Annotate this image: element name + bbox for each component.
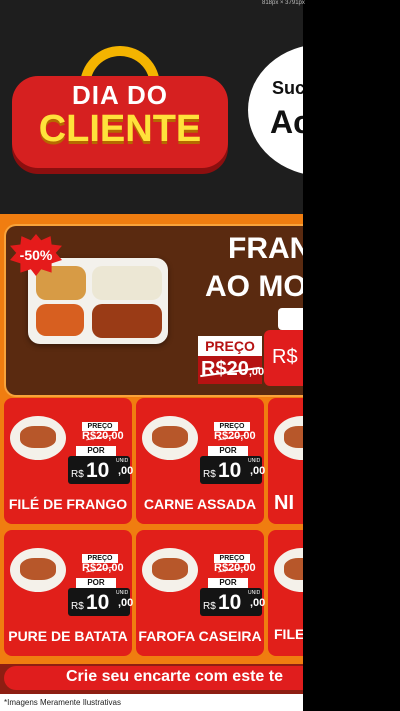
dish-image bbox=[274, 548, 303, 592]
card-por-label: POR bbox=[76, 446, 116, 456]
dish-image bbox=[274, 416, 303, 460]
card-product-name: FILÉ DE FRANGO bbox=[8, 496, 128, 512]
card-unit: UNID bbox=[116, 458, 129, 464]
footnote: *Imagens Meramente Ilustrativas bbox=[4, 698, 121, 707]
product-card[interactable]: PREÇO R$20,00 POR R$ 10 UNID ,00 FILÉ DE FRANGO bbox=[4, 398, 134, 524]
card-price-cents: ,00 bbox=[118, 465, 134, 477]
card-price-int: 10 bbox=[86, 591, 110, 614]
hero-title-line2: AO MO bbox=[205, 270, 303, 303]
card-product-name: PURE DE BATATA bbox=[8, 628, 128, 644]
card-price-box: R$ 10 UNID ,00 bbox=[200, 456, 266, 484]
bubble-text-line2: Ac bbox=[270, 104, 303, 140]
discount-badge: -50% bbox=[10, 234, 62, 276]
card-currency: R$ bbox=[203, 469, 216, 480]
card-price-cents: ,00 bbox=[250, 465, 266, 477]
flyer-canvas: DIA DO CLIENTE Suc Ac -50% FRAN AO MO PR… bbox=[0, 0, 303, 711]
card-price-box: R$ 10 UNID ,00 bbox=[68, 588, 134, 616]
card-price-int: 10 bbox=[86, 459, 110, 482]
dish-image bbox=[142, 548, 198, 592]
product-card[interactable]: FILE bbox=[268, 530, 303, 656]
hero-white-tag bbox=[278, 308, 303, 330]
card-currency: R$ bbox=[71, 601, 84, 612]
dish-food bbox=[284, 426, 303, 448]
product-card[interactable]: PREÇO R$20,00 POR R$ 10 UNID ,00 CARNE ASSADA bbox=[136, 398, 266, 524]
card-price-cents: ,00 bbox=[250, 597, 266, 609]
hero-new-price-box: R$ bbox=[264, 330, 303, 386]
dish-food bbox=[152, 426, 188, 448]
tray-rice bbox=[92, 266, 162, 300]
logo-text-line1: DIA DO bbox=[71, 80, 169, 110]
cta-text[interactable]: Crie seu encarte com este te bbox=[66, 668, 283, 686]
dish-food bbox=[20, 426, 56, 448]
card-product-name: NI bbox=[274, 492, 294, 514]
tray-chicken bbox=[92, 304, 162, 338]
card-por-label: POR bbox=[208, 578, 248, 588]
card-por-label: POR bbox=[76, 578, 116, 588]
hero-title-line1: FRAN bbox=[228, 232, 303, 265]
card-product-name: FILE bbox=[274, 626, 303, 642]
card-price-cents: ,00 bbox=[118, 597, 134, 609]
logo-text-line2: CLIENTE bbox=[38, 108, 202, 150]
card-product-name: FAROFA CASEIRA bbox=[138, 628, 262, 644]
card-old-price: R$20,00 bbox=[214, 430, 256, 442]
hero-preco-label: PREÇO bbox=[198, 336, 262, 356]
discount-text: -50% bbox=[19, 247, 53, 263]
card-old-price: R$20,00 bbox=[82, 430, 124, 442]
bubble-text-line1: Suc bbox=[272, 78, 303, 98]
card-old-price: R$20,00 bbox=[214, 562, 256, 574]
card-old-price: R$20,00 bbox=[82, 562, 124, 574]
hero-new-price-prefix: R$ bbox=[272, 346, 298, 368]
card-price-box: R$ 10 UNID ,00 bbox=[200, 588, 266, 616]
card-unit: UNID bbox=[248, 458, 261, 464]
dish-image bbox=[10, 548, 66, 592]
product-card[interactable]: PREÇO R$20,00 POR R$ 10 UNID ,00 PURE DE BATATA bbox=[4, 530, 134, 656]
card-price-box: R$ 10 UNID ,00 bbox=[68, 456, 134, 484]
dish-image bbox=[10, 416, 66, 460]
card-currency: R$ bbox=[203, 601, 216, 612]
right-black-pane bbox=[303, 0, 400, 711]
card-currency: R$ bbox=[71, 469, 84, 480]
dish-food bbox=[284, 558, 303, 580]
card-product-name: CARNE ASSADA bbox=[143, 496, 257, 512]
flyer-header: DIA DO CLIENTE Suc Ac bbox=[0, 0, 303, 214]
card-unit: UNID bbox=[116, 590, 129, 596]
card-price-int: 10 bbox=[218, 591, 242, 614]
product-card[interactable]: PREÇO R$20,00 POR R$ 10 UNID ,00 FAROFA CASEIRA bbox=[136, 530, 266, 656]
product-card[interactable]: NI bbox=[268, 398, 303, 524]
dish-food bbox=[20, 558, 56, 580]
card-price-int: 10 bbox=[218, 459, 242, 482]
card-unit: UNID bbox=[248, 590, 261, 596]
dish-image bbox=[142, 416, 198, 460]
dimension-readout: 818px × 3791px bbox=[262, 0, 305, 6]
tray-salad bbox=[36, 304, 84, 336]
card-por-label: POR bbox=[208, 446, 248, 456]
dia-do-cliente-logo: DIA DO CLIENTE bbox=[12, 46, 228, 172]
dish-food bbox=[152, 558, 188, 580]
